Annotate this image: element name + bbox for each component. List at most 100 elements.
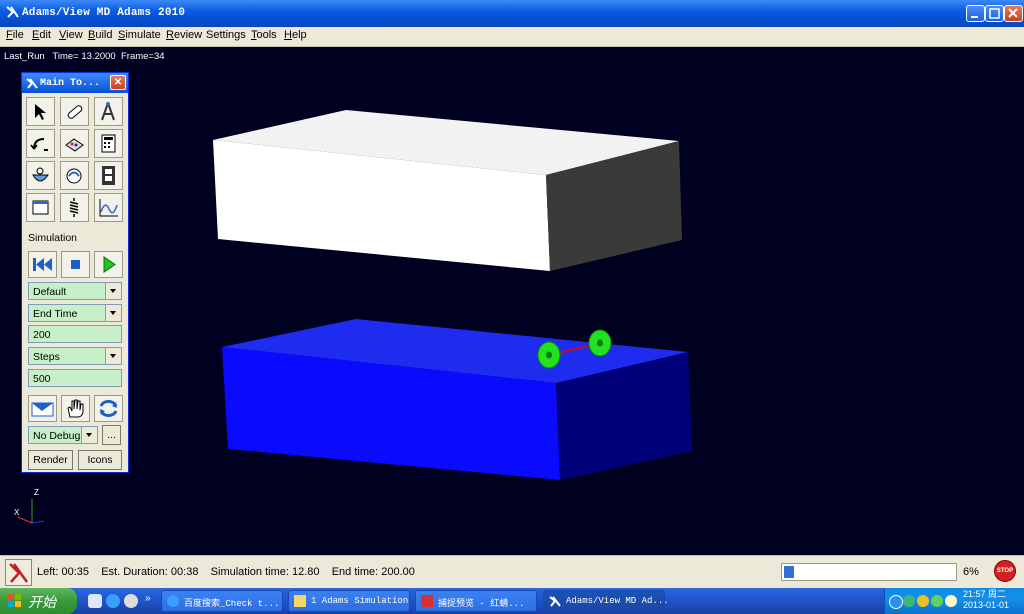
reset-button[interactable] <box>28 395 57 422</box>
rewind-button[interactable] <box>28 251 57 278</box>
arc-tool-button[interactable] <box>26 129 55 158</box>
lower-block[interactable] <box>222 319 692 480</box>
sim-type-select[interactable]: Default <box>28 282 122 300</box>
taskbar-item-adams-sim[interactable]: 1 Adams Simulation <box>288 590 410 612</box>
weather-icon[interactable] <box>945 595 957 607</box>
play-button[interactable] <box>94 251 123 278</box>
ie-icon[interactable] <box>106 594 120 608</box>
spring-icon <box>69 198 79 217</box>
close-button[interactable] <box>1004 5 1023 22</box>
chevron-down-icon <box>105 348 121 364</box>
menu-help[interactable]: Help <box>284 29 307 41</box>
select-tool-button[interactable] <box>26 97 55 126</box>
end-time-input[interactable]: 200 <box>28 325 122 343</box>
show-desktop-icon[interactable] <box>88 594 102 608</box>
spring-tool-button[interactable] <box>60 193 89 222</box>
toolbox-close-button[interactable]: ✕ <box>110 75 126 90</box>
menu-simulate[interactable]: Simulate <box>118 29 161 41</box>
steps-input[interactable]: 500 <box>28 369 122 387</box>
menu-view[interactable]: View <box>59 29 83 41</box>
window-title: Adams/View MD Adams 2010 <box>22 7 186 19</box>
axis-x-label: X <box>14 508 20 517</box>
plot-icon <box>99 199 118 217</box>
status-bar: Left: 00:35 Est. Duration: 00:38 Simulat… <box>0 555 1024 589</box>
window-tool-button[interactable] <box>26 193 55 222</box>
measure-tool-button[interactable] <box>60 161 89 190</box>
debug-select[interactable]: No Debug <box>28 426 98 444</box>
taskbar-item-capture[interactable]: 捕捉预览 - 红蜻... <box>415 590 537 612</box>
end-mode-select[interactable]: End Time <box>28 304 122 322</box>
compass-icon <box>101 102 115 121</box>
menu-edit[interactable]: Edit <box>32 29 51 41</box>
main-toolbox: Main To... ✕ Simulation Default End Time… <box>21 72 129 473</box>
measure-icon <box>66 168 82 184</box>
taskbar: 开始 » 百度搜索_Check t... 1 Adams Simulation … <box>0 588 1024 614</box>
capture-icon <box>421 595 433 607</box>
menu-bar: File Edit View Build Simulate Review Set… <box>0 27 1024 47</box>
hand-icon <box>67 399 84 418</box>
axis-triad: Z X <box>14 488 45 524</box>
menu-review[interactable]: Review <box>166 29 202 41</box>
pan-button[interactable] <box>61 395 90 422</box>
model-viewport[interactable]: Last_Run Time= 13.2000 Frame=34 Z X <box>0 47 1024 555</box>
simulation-progress <box>781 563 957 581</box>
minimize-button[interactable] <box>966 5 985 22</box>
play-icon <box>103 256 116 273</box>
menu-file[interactable]: File <box>6 29 24 41</box>
assembly-tool-button[interactable] <box>60 129 89 158</box>
compass-tool-button[interactable] <box>94 97 123 126</box>
toolbox-title-bar[interactable]: Main To... ✕ <box>22 73 128 93</box>
browser-icon[interactable] <box>124 594 138 608</box>
menu-build[interactable]: Build <box>88 29 112 41</box>
network-icon[interactable] <box>889 595 903 609</box>
stop-simulation-button[interactable]: STOP <box>994 560 1016 582</box>
adams-logo-icon <box>26 78 38 89</box>
window-title-bar[interactable]: Adams/View MD Adams 2010 <box>0 0 1024 27</box>
assembly-icon <box>65 138 84 152</box>
start-label: 开始 <box>28 594 56 610</box>
maximize-icon <box>989 8 1000 19</box>
menu-tools[interactable]: Tools <box>251 29 277 41</box>
simulation-status-text: Left: 00:35 Est. Duration: 00:38 Simulat… <box>37 566 415 578</box>
scene: Z X <box>14 110 692 524</box>
stop-square-icon <box>71 260 80 269</box>
update-icon[interactable] <box>931 595 943 607</box>
ie-icon <box>167 595 179 607</box>
calculator-tool-button[interactable] <box>94 129 123 158</box>
rotate-icon <box>99 399 118 418</box>
step-mode-select[interactable]: Steps <box>28 347 122 365</box>
stop-sim-button[interactable] <box>61 251 90 278</box>
link-tool-button[interactable] <box>60 97 89 126</box>
upper-block[interactable] <box>213 110 682 271</box>
clock-time: 21:57 周二 <box>963 589 1007 599</box>
select-arrow-icon <box>35 104 46 120</box>
adams-logo-icon <box>549 596 561 607</box>
windows-flag-icon <box>8 594 21 607</box>
taskbar-item-adams-view[interactable]: Adams/View MD Ad... <box>543 590 669 612</box>
more-button[interactable]: ... <box>102 425 121 445</box>
taskbar-item-baidu[interactable]: 百度搜索_Check t... <box>161 590 283 612</box>
chevron-down-icon <box>105 283 121 299</box>
adams-status-button[interactable] <box>5 559 32 586</box>
security-icon[interactable] <box>903 595 915 607</box>
render-button[interactable]: Render <box>28 450 73 470</box>
maximize-button[interactable] <box>985 5 1004 22</box>
minimize-icon <box>971 16 978 18</box>
folder-icon <box>294 595 306 607</box>
chevron-down-icon <box>105 305 121 321</box>
rewind-icon <box>33 258 52 271</box>
menu-settings[interactable]: Settings <box>206 29 246 41</box>
tray-clock[interactable]: 21:57 周二 2013-01-01 <box>963 589 1009 611</box>
shield-icon[interactable] <box>917 595 929 607</box>
quicklaunch-chevron-icon[interactable]: » <box>145 593 151 604</box>
plot-tool-button[interactable] <box>94 193 123 222</box>
system-tray: 21:57 周二 2013-01-01 <box>884 588 1024 614</box>
icons-button[interactable]: Icons <box>78 450 122 470</box>
animation-tool-button[interactable] <box>94 161 123 190</box>
toolbox-title: Main To... <box>40 78 101 89</box>
progress-percent: 6% <box>963 566 979 578</box>
simulation-label: Simulation <box>28 232 78 244</box>
rotate-button[interactable] <box>94 395 123 422</box>
start-button[interactable]: 开始 <box>0 588 77 614</box>
bowl-tool-button[interactable] <box>26 161 55 190</box>
